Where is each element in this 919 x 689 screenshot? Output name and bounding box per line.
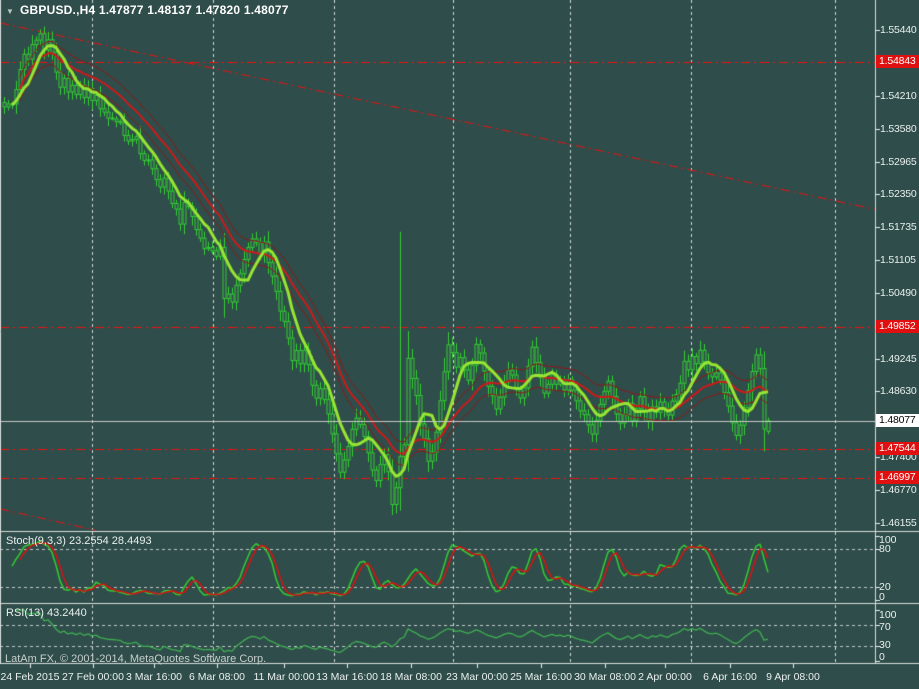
time-axis-label: 23 Mar 00:00 <box>446 671 508 683</box>
time-axis-label: 27 Feb 00:00 <box>62 671 124 683</box>
price-axis-label: 1.46770 <box>880 484 917 496</box>
price-level-tag: 1.47544 <box>876 442 919 455</box>
price-axis-label: 1.48630 <box>880 385 917 397</box>
price-axis-label: 1.49245 <box>880 353 917 365</box>
price-axis-label: 1.46155 <box>880 517 917 529</box>
price-axis-label: 1.54210 <box>880 90 917 102</box>
price-axis-label: 1.51105 <box>880 254 916 266</box>
time-axis-label: 24 Feb 2015 <box>1 671 60 683</box>
time-axis-label: 2 Apr 00:00 <box>638 671 692 683</box>
price-axis-label: 1.52965 <box>880 156 917 168</box>
chart-canvas[interactable] <box>0 0 919 689</box>
price-level-tag: 1.46997 <box>876 471 919 484</box>
rsi-axis-label: 0 <box>879 651 885 663</box>
mt4-chart-window: ▼ GBPUSD.,H4 1.47877 1.48137 1.47820 1.4… <box>0 0 919 689</box>
time-axis-label: 30 Mar 08:00 <box>574 671 636 683</box>
rsi-axis-label: 100 <box>879 609 897 621</box>
price-axis-label: 1.55440 <box>880 24 917 36</box>
time-axis-label: 11 Mar 00:00 <box>253 671 314 683</box>
current-price-tag: 1.48077 <box>876 414 919 427</box>
rsi-indicator-label: RSI(13) 43.2440 <box>6 607 87 619</box>
time-axis-label: 6 Apr 16:00 <box>703 671 757 683</box>
price-axis-label: 1.51735 <box>880 221 917 233</box>
platform-copyright: LatAm FX, © 2001-2014, MetaQuotes Softwa… <box>5 653 266 665</box>
time-axis-label: 6 Mar 08:00 <box>189 671 245 683</box>
price-axis-label: 1.50490 <box>880 287 917 299</box>
price-level-tag: 1.49852 <box>876 320 919 333</box>
time-axis-label: 18 Mar 08:00 <box>380 671 442 683</box>
rsi-axis-label: 30 <box>879 639 891 651</box>
chart-title-ohlc: GBPUSD.,H4 1.47877 1.48137 1.47820 1.480… <box>20 4 289 16</box>
price-level-tag: 1.54843 <box>876 55 919 68</box>
stoch-axis-label: 80 <box>879 543 891 555</box>
price-axis-label: 1.52350 <box>880 188 917 200</box>
time-axis-label: 25 Mar 16:00 <box>510 671 572 683</box>
time-axis-label: 9 Apr 08:00 <box>766 671 820 683</box>
time-axis-label: 13 Mar 16:00 <box>316 671 378 683</box>
chart-symbol-dropdown-icon[interactable]: ▼ <box>6 6 14 18</box>
time-axis-label: 3 Mar 16:00 <box>126 671 182 683</box>
stoch-axis-label: 0 <box>879 591 885 603</box>
price-axis-label: 1.53580 <box>880 123 917 135</box>
rsi-axis-label: 70 <box>879 621 891 633</box>
stoch-indicator-label: Stoch(9,3,3) 23.2554 28.4493 <box>6 535 152 547</box>
